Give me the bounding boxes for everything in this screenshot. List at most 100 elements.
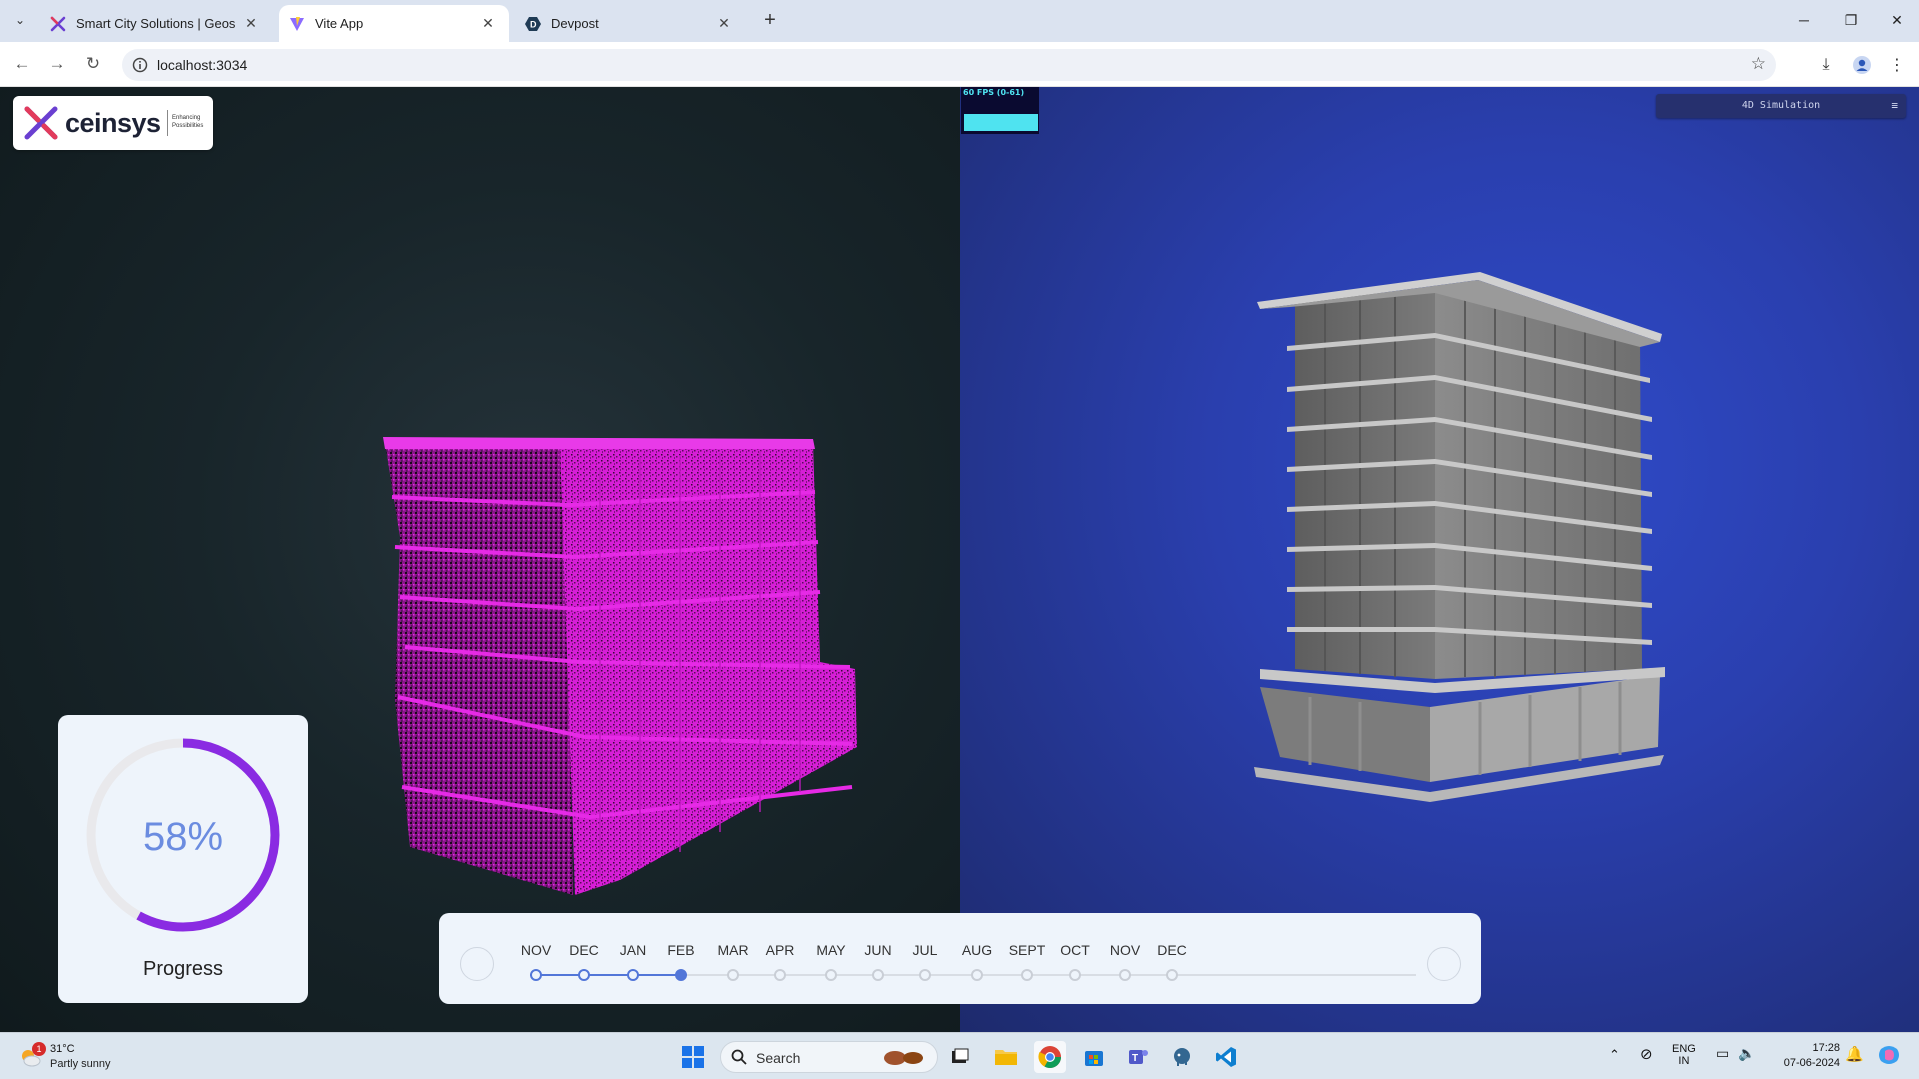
- dropdown-caret-icon: ≡: [1891, 99, 1898, 112]
- menu-kebab-icon[interactable]: ⋮: [1884, 52, 1910, 78]
- timeline-month-label: DEC: [1157, 942, 1187, 958]
- network-off-icon[interactable]: ⊘: [1640, 1045, 1653, 1063]
- download-icon[interactable]: ⤓: [1813, 52, 1839, 78]
- timeline-month-label: JAN: [619, 942, 647, 958]
- profile-avatar-icon[interactable]: [1849, 52, 1875, 78]
- building-3d-model: [1254, 272, 1665, 802]
- forward-icon[interactable]: →: [43, 50, 71, 78]
- windows-logo-icon: [682, 1046, 704, 1068]
- ceinsys-favicon-icon: [50, 16, 66, 31]
- tab-close-icon[interactable]: ✕: [479, 15, 497, 32]
- tab-smart-city[interactable]: Smart City Solutions | Geospatial ✕: [40, 5, 272, 42]
- timeline-milestone-dot[interactable]: [825, 969, 837, 981]
- taskbar-search-label: Search: [756, 1050, 801, 1066]
- clock-time: 17:28: [1812, 1042, 1840, 1054]
- timeline-month-label: MAR: [717, 942, 749, 958]
- timeline-month-label: JUL: [912, 942, 938, 958]
- address-bar[interactable]: localhost:3034 ☆: [122, 49, 1776, 81]
- timeline-milestone-dot[interactable]: [1166, 969, 1178, 981]
- task-view-icon[interactable]: [944, 1041, 976, 1073]
- logo-wordmark: ceinsys: [65, 108, 161, 138]
- tab-title: Smart City Solutions | Geospatial: [76, 16, 236, 31]
- timeline-month-label: MAY: [816, 942, 846, 958]
- tray-overflow-icon[interactable]: ⌃: [1609, 1047, 1620, 1063]
- copilot-icon[interactable]: [1877, 1043, 1901, 1070]
- timeline-milestone-dot[interactable]: [627, 969, 639, 981]
- vscode-icon[interactable]: [1210, 1041, 1242, 1073]
- language-code: ENG: [1672, 1043, 1696, 1055]
- timeline-milestone-dot[interactable]: [919, 969, 931, 981]
- timeline-month-label: APR: [765, 942, 795, 958]
- fps-graph: [964, 114, 1038, 131]
- svg-text:T: T: [1132, 1053, 1138, 1064]
- app-viewport: ceinsys Enhancing Possibilities 60 FPS (0…: [0, 87, 1919, 1032]
- logo-tagline-line1: Enhancing: [172, 115, 201, 121]
- timeline-milestone-dot[interactable]: [971, 969, 983, 981]
- taskbar-search[interactable]: Search: [720, 1041, 938, 1073]
- timeline-milestone-dot[interactable]: [1021, 969, 1033, 981]
- tab-close-icon[interactable]: ✕: [715, 15, 733, 32]
- timeline-milestone-dot[interactable]: [578, 969, 590, 981]
- timeline-milestone-dot[interactable]: [530, 969, 542, 981]
- volume-icon[interactable]: 🔈: [1738, 1045, 1755, 1062]
- postgresql-icon[interactable]: [1166, 1041, 1198, 1073]
- restore-icon[interactable]: ❐: [1828, 0, 1874, 40]
- timeline-next-button[interactable]: [1427, 947, 1461, 981]
- timeline-month-label: SEPT: [1008, 942, 1046, 958]
- notification-bell-icon[interactable]: 🔔: [1845, 1045, 1864, 1063]
- model-view[interactable]: [960, 87, 1919, 1032]
- tab-title: Vite App: [315, 16, 364, 31]
- timeline-milestone-dot[interactable]: [872, 969, 884, 981]
- chrome-icon[interactable]: [1034, 1041, 1066, 1073]
- timeline-milestone-dot[interactable]: [727, 969, 739, 981]
- weather-temp: 31°C: [50, 1043, 75, 1055]
- ceinsys-logo: ceinsys Enhancing Possibilities: [13, 96, 213, 150]
- timeline-milestone-dot[interactable]: [1119, 969, 1131, 981]
- close-window-icon[interactable]: ✕: [1874, 0, 1919, 40]
- minimize-icon[interactable]: ─: [1781, 0, 1827, 40]
- timeline-month-label: DEC: [569, 942, 599, 958]
- file-explorer-icon[interactable]: [990, 1041, 1022, 1073]
- svg-text:D: D: [530, 19, 537, 29]
- clock[interactable]: 17:28 07-06-2024: [1770, 1042, 1840, 1069]
- timeline-milestone-dot[interactable]: [675, 969, 687, 981]
- timeline-milestone-dot[interactable]: [774, 969, 786, 981]
- tab-title: Devpost: [551, 16, 599, 31]
- url-text: localhost:3034: [157, 57, 248, 73]
- logo-divider: [167, 110, 168, 136]
- simulation-select[interactable]: 4D Simulation ≡: [1656, 94, 1906, 118]
- timeline-progress: [530, 974, 681, 976]
- devpost-favicon-icon: D: [525, 16, 541, 31]
- site-info-icon[interactable]: [130, 55, 150, 75]
- fps-label: 60 FPS (0-61): [963, 88, 1025, 97]
- bookmark-star-icon[interactable]: ☆: [1751, 54, 1766, 74]
- logo-tagline-line2: Possibilities: [172, 123, 204, 129]
- timeline-milestone-dot[interactable]: [1069, 969, 1081, 981]
- progress-card: 58% Progress: [58, 715, 308, 1003]
- start-button[interactable]: [677, 1041, 709, 1073]
- simulation-select-value: 4D Simulation: [1741, 100, 1821, 111]
- network-icon[interactable]: ▭: [1716, 1045, 1729, 1062]
- timeline-month-label: AUG: [961, 942, 993, 958]
- tab-vite-app[interactable]: Vite App ✕: [279, 5, 509, 42]
- tab-bar: ⌄ Smart City Solutions | Geospatial ✕ Vi…: [0, 0, 1919, 42]
- timeline-month-label: JUN: [864, 942, 892, 958]
- reload-icon[interactable]: ↻: [79, 50, 107, 78]
- timeline-month-label: NOV: [520, 942, 552, 958]
- progress-label: Progress: [142, 958, 224, 980]
- language-indicator[interactable]: ENG IN: [1672, 1043, 1696, 1067]
- microsoft-store-icon[interactable]: [1078, 1041, 1110, 1073]
- vite-favicon-icon: [290, 16, 304, 31]
- tab-search-chevron-icon[interactable]: ⌄: [8, 8, 32, 32]
- search-highlight-icon: [884, 1051, 923, 1065]
- tab-devpost[interactable]: D Devpost ✕: [515, 5, 745, 42]
- teams-icon[interactable]: T: [1122, 1041, 1154, 1073]
- logo-tagline: Enhancing Possibilities: [172, 114, 203, 130]
- timeline-month-label: FEB: [667, 942, 695, 958]
- timeline-month-label: NOV: [1109, 942, 1141, 958]
- back-icon[interactable]: ←: [8, 50, 36, 78]
- timeline-play-button[interactable]: [460, 947, 494, 981]
- fps-meter[interactable]: 60 FPS (0-61): [961, 87, 1039, 134]
- tab-close-icon[interactable]: ✕: [242, 15, 260, 32]
- new-tab-button[interactable]: +: [758, 9, 782, 33]
